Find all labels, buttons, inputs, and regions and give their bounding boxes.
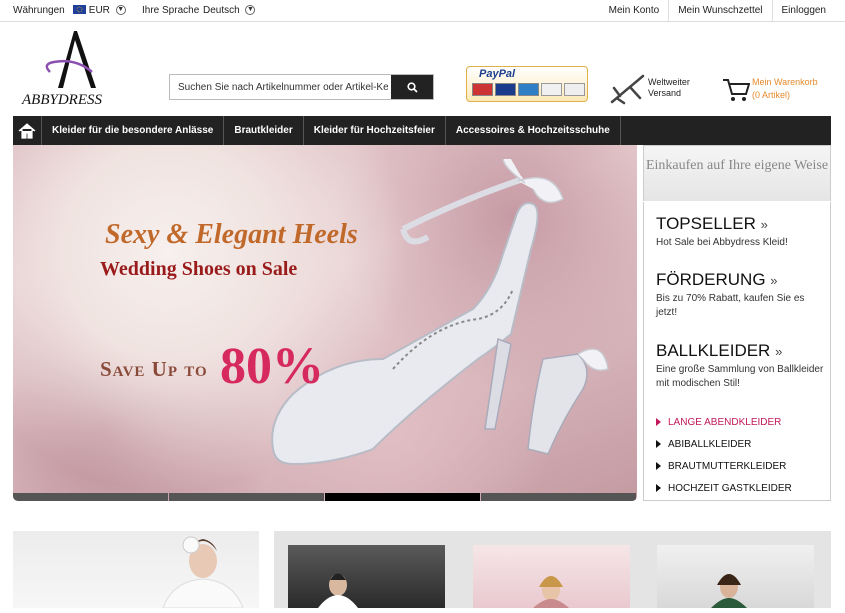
- hero-banner[interactable]: Sexy & Elegant Heels Wedding Shoes on Sa…: [13, 145, 637, 501]
- nav-item-accessories[interactable]: Accessoires & Hochzeitsschuhe: [446, 116, 621, 145]
- currency-selector[interactable]: EUR ▼: [73, 5, 126, 16]
- slide-indicator-3[interactable]: [325, 493, 480, 501]
- banner-save-text: Save Up to: [100, 357, 208, 381]
- search-icon: [406, 81, 418, 93]
- my-account-link[interactable]: Mein Konto: [600, 0, 669, 22]
- promotion-text: Bis zu 70% Rabatt, kaufen Sie es jetzt!: [656, 293, 805, 318]
- airplane-icon: [610, 74, 645, 105]
- triangle-right-icon: [656, 484, 661, 493]
- bride-photo: [162, 536, 244, 609]
- wedding-shoe-image: [271, 159, 609, 466]
- sidebar-header: Einkaufen auf Ihre eigene Weise: [643, 145, 831, 201]
- triangle-right-icon: [656, 462, 661, 471]
- slide-indicator-1[interactable]: [13, 493, 168, 501]
- top-bar: Währungen EUR ▼ Ihre Sprache Deutsch ▼ M…: [0, 0, 845, 22]
- nav-item-wedding-dresses[interactable]: Brautkleider: [224, 116, 304, 145]
- triangle-right-icon: [656, 440, 661, 449]
- home-icon: [18, 122, 36, 139]
- topseller-text: Hot Sale bei Abbydress Kleid!: [656, 237, 788, 248]
- amex-icon: [518, 83, 539, 96]
- home-button[interactable]: [13, 116, 42, 145]
- search-button[interactable]: [391, 75, 433, 99]
- ball-dresses-title: BALLKLEIDER: [656, 341, 771, 360]
- sidebar-link-mother-bride[interactable]: BRAUTMUTTERKLEIDER: [656, 456, 792, 478]
- currency-label: Währungen: [13, 5, 65, 16]
- double-chevron-right-icon: »: [770, 273, 778, 288]
- product-showcase: [274, 531, 831, 608]
- banner-percent: 80%: [220, 338, 324, 395]
- eu-flag-icon: [73, 5, 86, 14]
- search-input[interactable]: [170, 75, 388, 99]
- cart-icon: [723, 79, 750, 101]
- sidebar: Einkaufen auf Ihre eigene Weise TOPSELLE…: [643, 145, 831, 501]
- shipping-line2: Versand: [648, 88, 682, 98]
- promotion-title: FÖRDERUNG: [656, 270, 766, 289]
- triangle-right-icon: [656, 418, 661, 427]
- worldwide-shipping: Weltweiter Versand: [610, 72, 705, 108]
- banner-subheadline: Wedding Shoes on Sale: [100, 258, 298, 280]
- topseller-title: TOPSELLER: [656, 214, 756, 233]
- ball-dresses-section[interactable]: BALLKLEIDER » Eine große Sammlung von Ba…: [656, 341, 828, 391]
- logo[interactable]: ABBYDRESS: [20, 28, 130, 108]
- shipping-line1: Weltweiter: [648, 77, 690, 87]
- banner-headline: Sexy & Elegant Heels: [105, 219, 358, 250]
- discover-icon: [541, 83, 562, 96]
- login-link[interactable]: Einloggen: [771, 0, 835, 22]
- currency-value: EUR: [88, 5, 110, 16]
- slide-indicator-2[interactable]: [169, 493, 324, 501]
- product-image-2[interactable]: [473, 545, 630, 608]
- sidebar-link-wedding-guest[interactable]: HOCHZEIT GASTKLEIDER: [656, 478, 792, 500]
- language-selector[interactable]: Deutsch ▼: [203, 5, 256, 16]
- paypal-logo: PayPal: [479, 68, 516, 80]
- topseller-section[interactable]: TOPSELLER » Hot Sale bei Abbydress Kleid…: [656, 214, 828, 250]
- abbydress-logo-mark: ABBYDRESS: [21, 31, 102, 108]
- promotion-section[interactable]: FÖRDERUNG » Bis zu 70% Rabatt, kaufen Si…: [656, 270, 828, 320]
- wishlist-link[interactable]: Mein Wunschzettel: [668, 0, 771, 22]
- ball-dresses-text: Eine große Sammlung von Ballkleider mit …: [656, 364, 824, 389]
- bank-icon: [564, 83, 585, 96]
- sidebar-link-prom[interactable]: ABIBALLKLEIDER: [656, 434, 792, 456]
- product-image-3[interactable]: [657, 545, 814, 608]
- double-chevron-right-icon: »: [760, 217, 768, 232]
- shopping-cart[interactable]: Mein Warenkorb (0 Artikel): [722, 76, 837, 108]
- language-label: Ihre Sprache: [142, 5, 200, 16]
- nav-item-wedding-party[interactable]: Kleider für Hochzeitsfeier: [304, 116, 446, 145]
- sidebar-links: LANGE ABENDKLEIDER ABIBALLKLEIDER BRAUTM…: [656, 412, 792, 500]
- slide-indicator-4[interactable]: [481, 493, 636, 501]
- dress-model-photo: [533, 576, 569, 608]
- search-box: [169, 74, 434, 100]
- main-nav: Kleider für die besondere Anlässe Brautk…: [13, 116, 831, 145]
- cart-count: (0 Artikel): [752, 90, 791, 100]
- dress-model-photo: [318, 573, 358, 608]
- nav-item-special-occasions[interactable]: Kleider für die besondere Anlässe: [42, 116, 225, 145]
- language-value: Deutsch: [203, 5, 240, 16]
- visa-icon: [495, 83, 516, 96]
- dress-model-photo: [711, 574, 747, 608]
- chevron-down-icon: ▼: [245, 5, 256, 16]
- chevron-down-icon: ▼: [115, 5, 126, 16]
- bridal-promo-image[interactable]: [13, 531, 259, 609]
- mastercard-icon: [472, 83, 493, 96]
- cart-label: Mein Warenkorb: [752, 77, 818, 87]
- double-chevron-right-icon: »: [775, 344, 783, 359]
- logo-text: ABBYDRESS: [21, 92, 102, 108]
- sidebar-link-long-evening[interactable]: LANGE ABENDKLEIDER: [656, 412, 792, 434]
- product-image-1[interactable]: [288, 545, 445, 608]
- payment-methods: PayPal: [466, 66, 588, 102]
- slider-indicators: [13, 493, 637, 501]
